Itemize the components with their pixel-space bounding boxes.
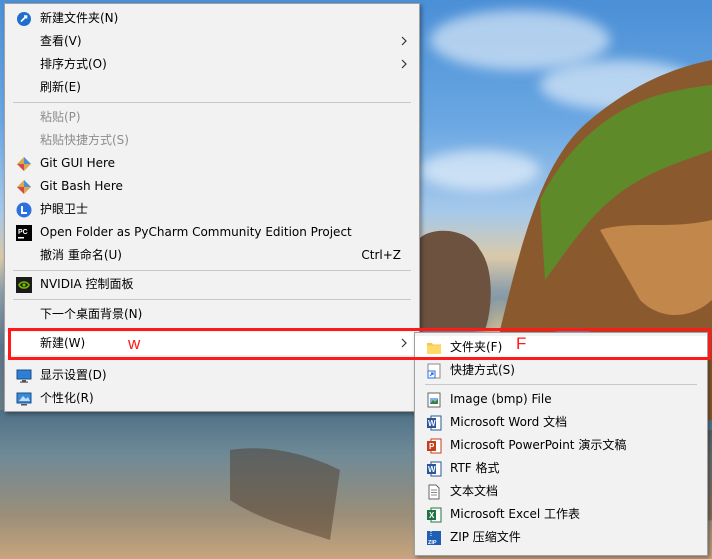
- svg-text:ZIP: ZIP: [428, 540, 437, 546]
- menu-item-label: ZIP 压缩文件: [450, 530, 521, 544]
- submenu-item-shortcut[interactable]: 快捷方式(S): [415, 359, 707, 382]
- menu-item-eye-guard[interactable]: 护眼卫士: [5, 198, 419, 221]
- rtf-icon: W: [426, 461, 442, 477]
- svg-text:X: X: [429, 511, 435, 520]
- desktop-context-menu: 新建文件夹(N) 查看(V) 排序方式(O) 刷新(E) 粘贴(P) 粘贴快捷方…: [4, 3, 420, 412]
- menu-item-view[interactable]: 查看(V): [5, 30, 419, 53]
- submenu-item-text[interactable]: 文本文档: [415, 480, 707, 503]
- menu-item-label: 粘贴快捷方式(S): [40, 133, 129, 147]
- new-submenu: 文件夹(F) 快捷方式(S) Image (bmp) File W Micros…: [414, 332, 708, 556]
- menu-item-label: 排序方式(O): [40, 57, 107, 71]
- menu-item-label: 护眼卫士: [40, 202, 89, 216]
- menu-item-label: 文件夹(F): [450, 340, 503, 354]
- submenu-item-zip[interactable]: ZIP ZIP 压缩文件: [415, 526, 707, 549]
- svg-text:P: P: [429, 442, 435, 451]
- submenu-item-powerpoint[interactable]: P Microsoft PowerPoint 演示文稿: [415, 434, 707, 457]
- menu-item-label: Microsoft Excel 工作表: [450, 507, 581, 521]
- menu-item-label: 快捷方式(S): [450, 363, 515, 377]
- submenu-item-word[interactable]: W Microsoft Word 文档: [415, 411, 707, 434]
- submenu-item-folder[interactable]: 文件夹(F): [415, 336, 707, 359]
- image-file-icon: [426, 392, 442, 408]
- menu-separator: [13, 102, 411, 103]
- menu-item-label: Microsoft PowerPoint 演示文稿: [450, 438, 627, 452]
- submenu-item-rtf[interactable]: W RTF 格式: [415, 457, 707, 480]
- powerpoint-icon: P: [426, 438, 442, 454]
- menu-item-label: RTF 格式: [450, 461, 500, 475]
- svg-text:PC: PC: [18, 229, 28, 236]
- chevron-right-icon: [399, 338, 409, 348]
- excel-icon: X: [426, 507, 442, 523]
- svg-text:W: W: [428, 465, 436, 474]
- menu-item-label: 撤消 重命名(U): [40, 248, 122, 262]
- menu-item-git-bash[interactable]: Git Bash Here: [5, 175, 419, 198]
- new-folder-icon: [16, 11, 32, 27]
- menu-item-label: 查看(V): [40, 34, 82, 48]
- menu-item-label: Git GUI Here: [40, 156, 116, 170]
- git-icon: [16, 156, 32, 172]
- annotation-key-f: F: [516, 334, 527, 353]
- menu-separator: [13, 359, 411, 360]
- menu-separator: [425, 384, 697, 385]
- menu-item-label: Git Bash Here: [40, 179, 123, 193]
- menu-item-next-background[interactable]: 下一个桌面背景(N): [5, 303, 419, 326]
- menu-item-refresh[interactable]: 刷新(E): [5, 76, 419, 99]
- pycharm-icon: PC: [16, 225, 32, 241]
- folder-icon: [426, 340, 442, 356]
- menu-separator: [13, 328, 411, 329]
- menu-item-label: 新建文件夹(N): [40, 11, 119, 25]
- nvidia-icon: [16, 277, 32, 293]
- chevron-right-icon: [399, 36, 409, 46]
- menu-item-label: 粘贴(P): [40, 110, 81, 124]
- menu-item-label: Microsoft Word 文档: [450, 415, 568, 429]
- menu-item-display-settings[interactable]: 显示设置(D): [5, 364, 419, 387]
- zip-icon: ZIP: [426, 530, 442, 546]
- annotation-key-w: w: [128, 334, 141, 353]
- menu-item-undo-rename[interactable]: 撤消 重命名(U) Ctrl+Z: [5, 244, 419, 267]
- menu-item-label: 个性化(R): [40, 391, 94, 405]
- menu-separator: [13, 270, 411, 271]
- menu-item-label: 下一个桌面背景(N): [40, 307, 143, 321]
- menu-item-new-folder[interactable]: 新建文件夹(N): [5, 7, 419, 30]
- menu-item-pycharm[interactable]: PC Open Folder as PyCharm Community Edit…: [5, 221, 419, 244]
- submenu-item-bmp[interactable]: Image (bmp) File: [415, 388, 707, 411]
- submenu-item-excel[interactable]: X Microsoft Excel 工作表: [415, 503, 707, 526]
- shortcut-label: Ctrl+Z: [361, 248, 401, 262]
- menu-item-paste-shortcut: 粘贴快捷方式(S): [5, 129, 419, 152]
- personalize-icon: [16, 391, 32, 407]
- eye-guard-icon: [16, 202, 32, 218]
- menu-item-git-gui[interactable]: Git GUI Here: [5, 152, 419, 175]
- menu-item-personalize[interactable]: 个性化(R): [5, 387, 419, 410]
- menu-item-label: Image (bmp) File: [450, 392, 552, 406]
- git-icon: [16, 179, 32, 195]
- menu-item-label: NVIDIA 控制面板: [40, 277, 134, 291]
- menu-item-new[interactable]: 新建(W): [5, 332, 419, 355]
- chevron-right-icon: [399, 59, 409, 69]
- menu-item-label: Open Folder as PyCharm Community Edition…: [40, 225, 352, 239]
- menu-item-label: 文本文档: [450, 484, 499, 498]
- menu-item-paste: 粘贴(P): [5, 106, 419, 129]
- svg-text:W: W: [428, 419, 436, 428]
- menu-separator: [13, 299, 411, 300]
- menu-item-sort-by[interactable]: 排序方式(O): [5, 53, 419, 76]
- shortcut-icon: [426, 363, 442, 379]
- menu-item-label: 新建(W): [40, 336, 86, 350]
- text-file-icon: [426, 484, 442, 500]
- menu-item-label: 显示设置(D): [40, 368, 107, 382]
- word-icon: W: [426, 415, 442, 431]
- menu-item-nvidia[interactable]: NVIDIA 控制面板: [5, 273, 419, 296]
- menu-item-label: 刷新(E): [40, 80, 81, 94]
- display-icon: [16, 368, 32, 384]
